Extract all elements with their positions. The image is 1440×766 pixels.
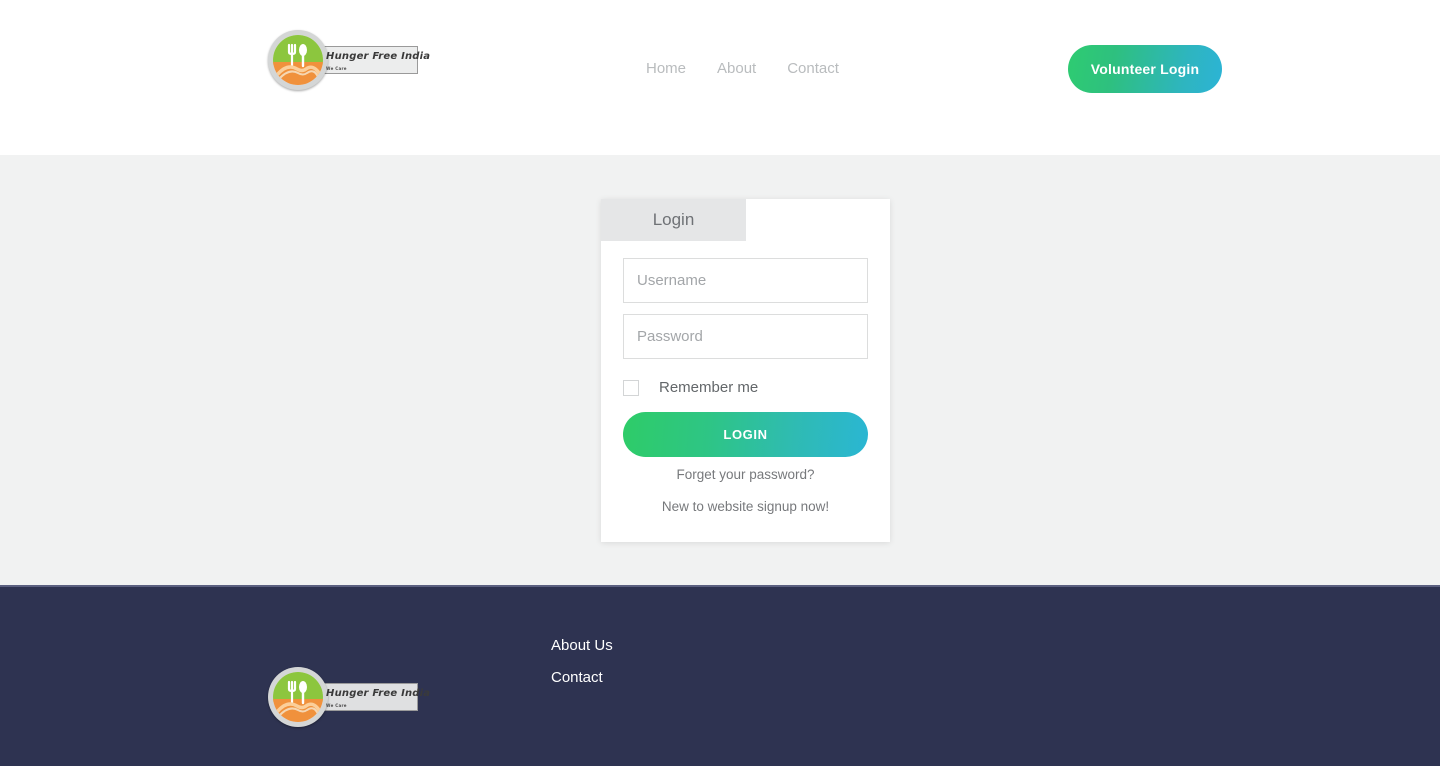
logo-mark: Hunger Free India We Care (268, 30, 430, 92)
card-tab-bar: Login (601, 199, 890, 241)
tab-login[interactable]: Login (601, 199, 746, 241)
site-header: Hunger Free India We Care Home About Con… (0, 0, 1440, 155)
remember-me-label: Remember me (659, 379, 759, 396)
page-root: Hunger Free India We Care Home About Con… (0, 0, 1440, 766)
password-input[interactable] (623, 314, 868, 359)
login-card: Login Remember me LOGIN Forget your pass… (601, 199, 890, 542)
remember-me-checkbox[interactable] (623, 379, 639, 396)
logo-inner-circle (273, 35, 323, 85)
logo-mark: Hunger Free India We Care (268, 667, 430, 729)
logo-banner-subtext: We Care (326, 703, 347, 708)
logo-banner-text: Hunger Free India (326, 51, 431, 62)
footer-link-about-us[interactable]: About Us (551, 637, 613, 654)
logo-badge-circle (268, 667, 328, 727)
signup-link[interactable]: New to website signup now! (623, 499, 868, 514)
logo-banner-subtext: We Care (326, 66, 347, 71)
volunteer-login-button[interactable]: Volunteer Login (1068, 45, 1222, 93)
remember-me-row: Remember me (623, 379, 758, 396)
site-footer: Hunger Free India We Care About Us Conta… (0, 585, 1440, 766)
primary-navigation: Home About Contact (640, 58, 845, 79)
logo-banner-text: Hunger Free India (326, 688, 431, 699)
logo-badge-circle (268, 30, 328, 90)
username-input[interactable] (623, 258, 868, 303)
fork-spoon-hands-icon (275, 680, 321, 717)
main-content: Login Remember me LOGIN Forget your pass… (0, 155, 1440, 585)
forgot-password-link[interactable]: Forget your password? (623, 467, 868, 482)
header-logo[interactable]: Hunger Free India We Care (268, 30, 430, 92)
footer-logo[interactable]: Hunger Free India We Care (268, 667, 430, 729)
nav-item-about[interactable]: About (711, 58, 762, 79)
footer-link-list: About Us Contact (551, 637, 613, 686)
logo-inner-circle (273, 672, 323, 722)
footer-link-contact[interactable]: Contact (551, 669, 613, 686)
login-submit-button[interactable]: LOGIN (623, 412, 868, 457)
nav-item-contact[interactable]: Contact (781, 58, 845, 79)
fork-spoon-hands-icon (275, 43, 321, 80)
nav-item-home[interactable]: Home (640, 58, 692, 79)
